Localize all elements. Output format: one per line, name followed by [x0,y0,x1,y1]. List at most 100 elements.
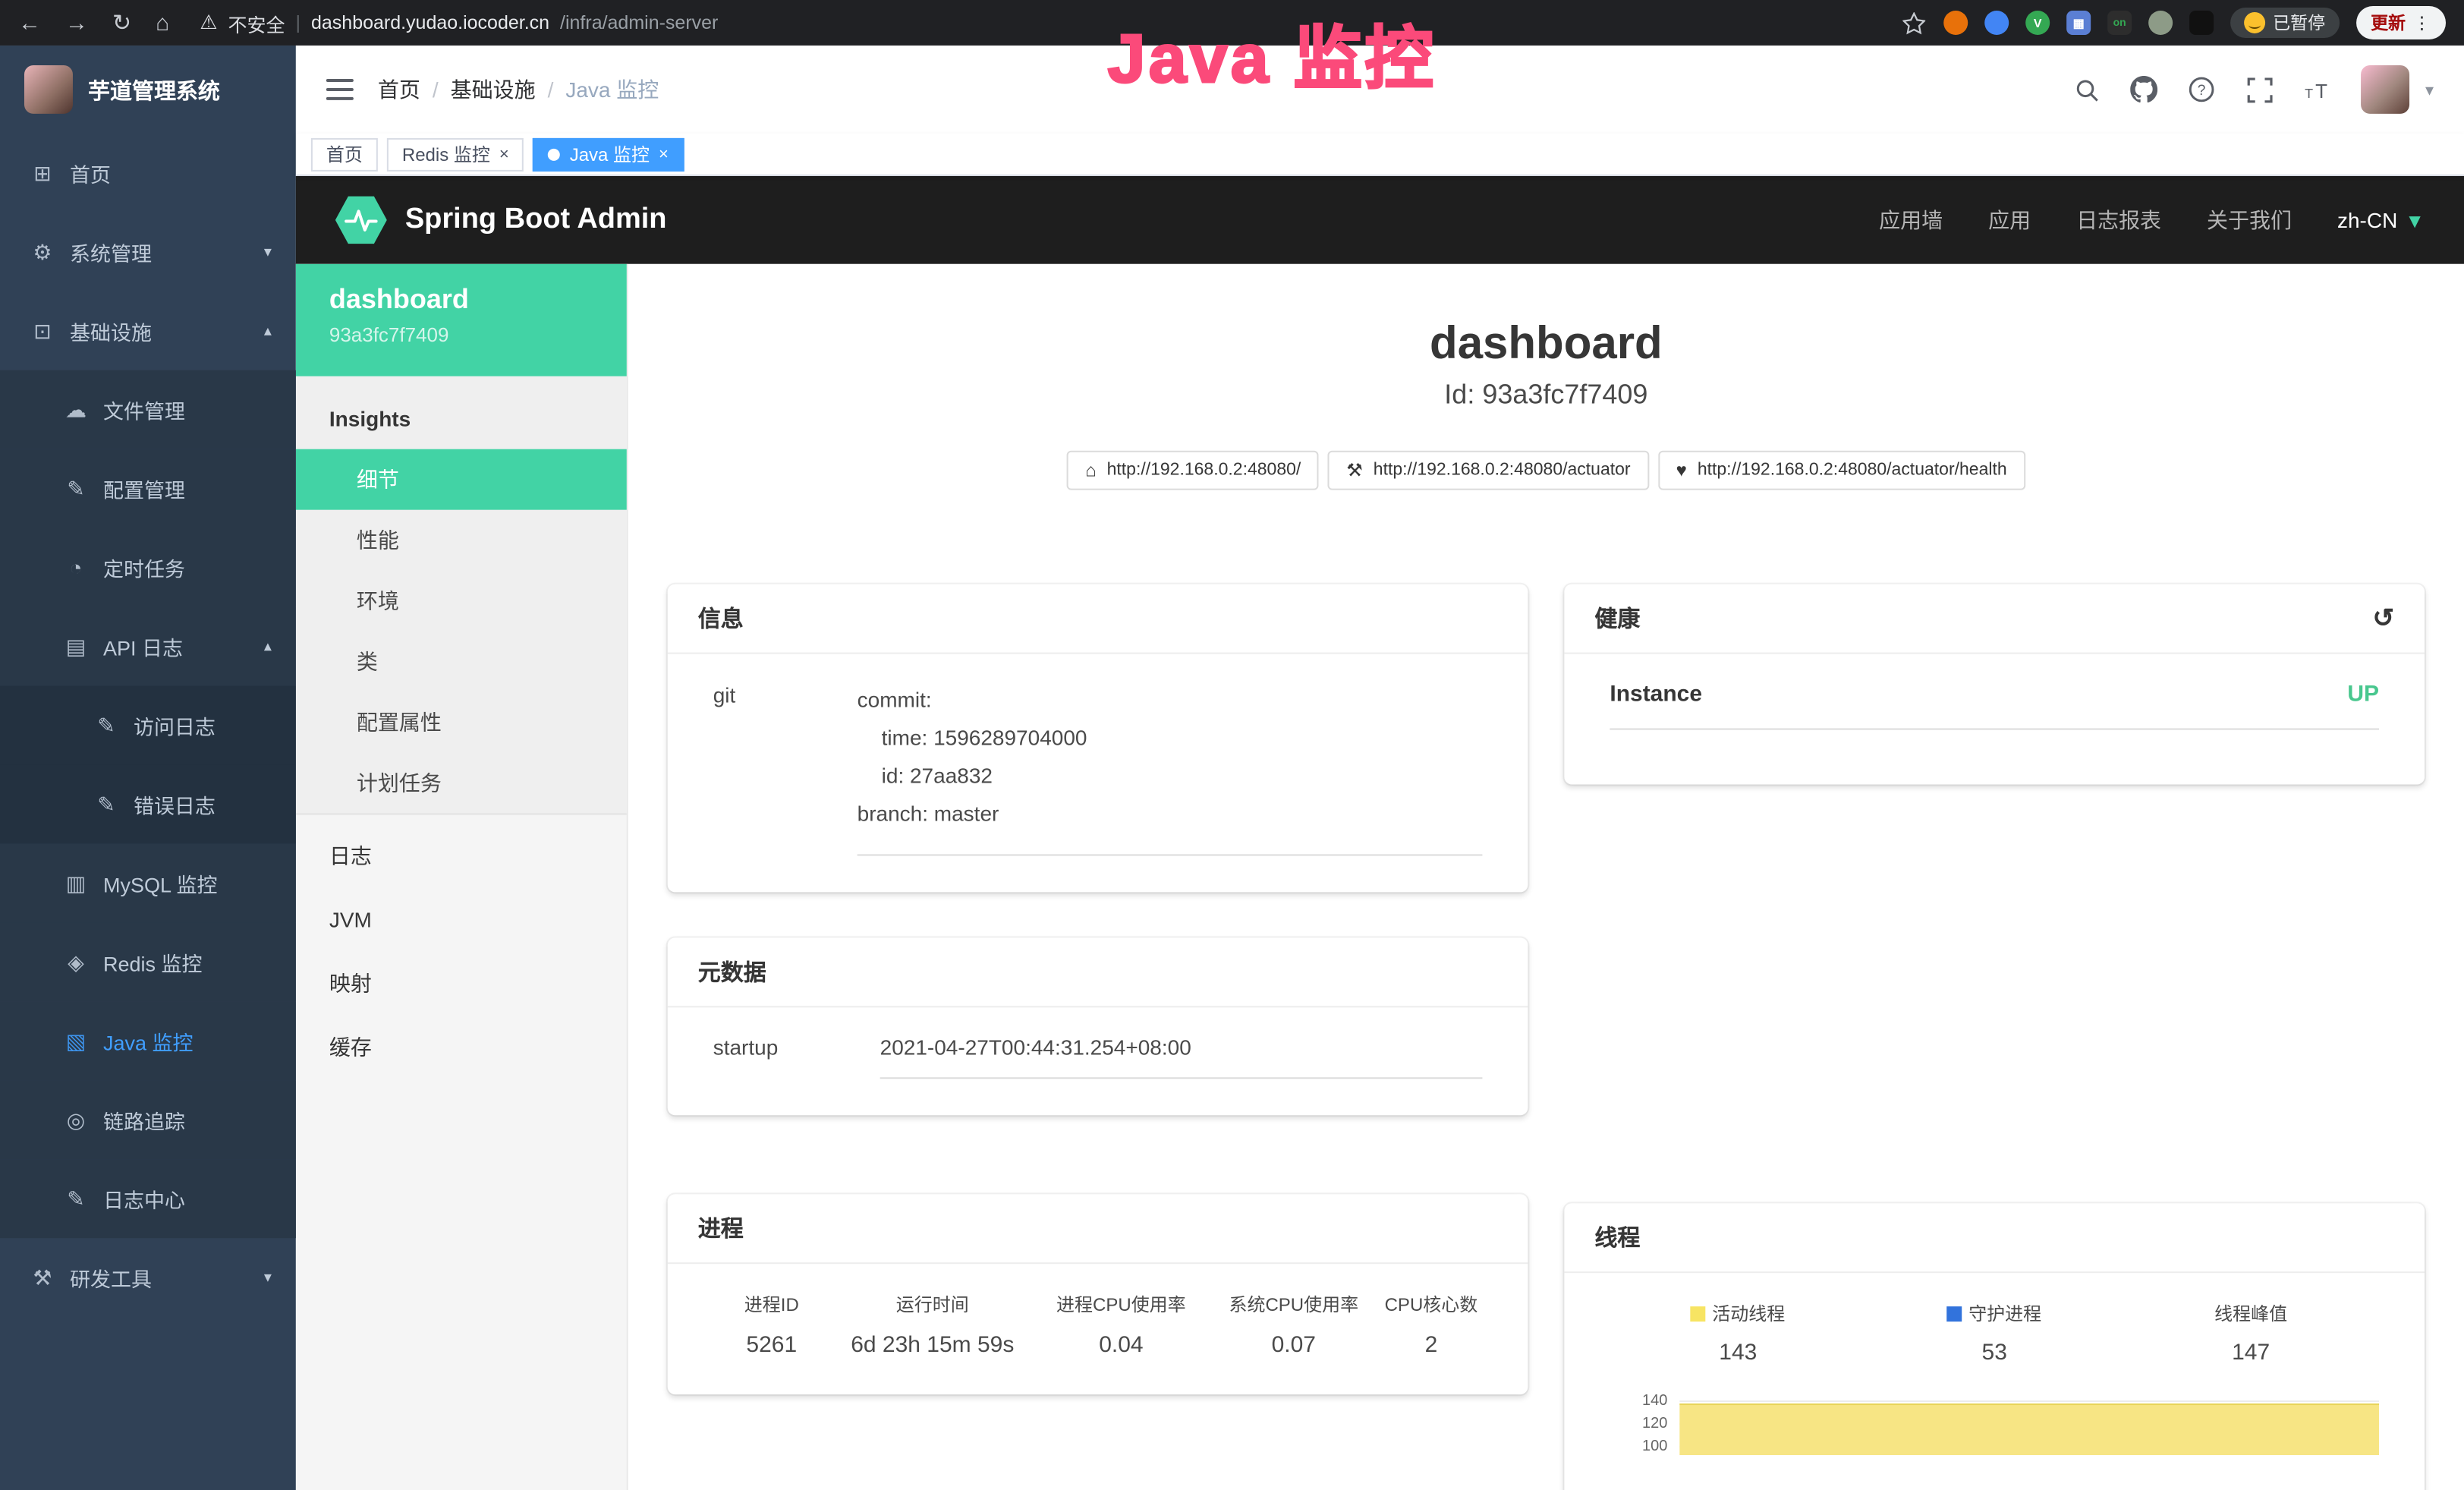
sba-item-metrics[interactable]: 性能 [296,510,627,571]
address-bar[interactable]: ⚠ 不安全 | dashboard.yudao.iocoder.cn/infra… [200,8,718,37]
sba-nav-wallboard[interactable]: 应用墙 [1879,205,1943,235]
process-value-cores: 2 [1380,1332,1482,1358]
sidebar-item-redis-monitor[interactable]: ◈ Redis 监控 [0,922,296,1001]
redis-icon: ◈ [64,949,88,975]
sidebar-item-file-management[interactable]: ☁ 文件管理 [0,370,296,449]
sba-item-classes[interactable]: 类 [296,632,627,692]
sba-brand[interactable]: Spring Boot Admin [405,203,667,237]
profile-paused-badge[interactable]: 已暂停 [2230,8,2339,38]
reload-icon[interactable]: ↻ [112,11,131,34]
github-icon[interactable] [2131,76,2158,103]
svg-text:?: ? [2198,83,2207,99]
browser-menu-icon[interactable]: ⋮ [2413,12,2431,33]
sba-instance-header[interactable]: dashboard 93a3fc7f7409 [296,264,627,376]
fullscreen-icon[interactable] [2246,76,2274,103]
sba-item-config-props[interactable]: 配置属性 [296,692,627,753]
sba-item-mappings[interactable]: 映射 [296,951,627,1015]
health-instance-label: Instance [1610,682,1702,707]
extension-icon-3[interactable]: V [2025,11,2050,35]
eye-icon: ◎ [64,1107,88,1132]
sba-item-logs[interactable]: 日志 [296,824,627,887]
sba-item-details[interactable]: 细节 [296,449,627,510]
app-logo-row[interactable]: 芋道管理系统 [0,46,296,134]
sba-nav-applications[interactable]: 应用 [1988,205,2031,235]
instance-links: ⌂ http://192.168.0.2:48080/ ⚒ http://192… [668,451,2425,490]
bookmark-star-icon[interactable] [1899,9,1927,36]
sba-item-environment[interactable]: 环境 [296,571,627,632]
threads-area-series [1679,1403,2379,1455]
process-value-uptime: 6d 23h 15m 59s [830,1332,1035,1358]
sba-item-jvm[interactable]: JVM [296,887,627,951]
user-avatar[interactable] [2362,65,2410,114]
legend-peak-threads-value: 147 [2123,1340,2379,1366]
close-icon[interactable]: × [659,145,669,163]
instance-subtitle: Id: 93a3fc7f7409 [668,380,2425,411]
sidebar-item-scheduled-jobs[interactable]: ◔ 定时任务 [0,528,296,607]
sba-top-items: 日志 JVM 映射 缓存 [296,814,627,1079]
annotation-java-monitor: Java 监控 [1108,3,1437,102]
search-icon[interactable] [2073,76,2101,103]
sidebar-item-system-management[interactable]: ⚙ 系统管理 ▾ [0,213,296,291]
sba-nav-about[interactable]: 关于我们 [2207,205,2292,235]
update-button[interactable]: 更新 ⋮ [2355,6,2446,39]
help-icon[interactable]: ? [2189,76,2216,103]
sidebar-item-mysql-monitor[interactable]: ▥ MySQL 监控 [0,843,296,922]
home-icon[interactable]: ⌂ [156,11,169,34]
threads-chart: 140 120 100 [1610,1390,2379,1490]
log-icon: ▤ [64,634,88,660]
tab-home[interactable]: 首页 [311,137,378,171]
breadcrumb-infrastructure[interactable]: 基础设施 [451,74,536,105]
sidebar-item-java-monitor[interactable]: ▧ Java 监控 [0,1001,296,1080]
java-monitor-icon: ▧ [64,1028,88,1054]
sidebar-item-log-center[interactable]: ✎ 日志中心 [0,1159,296,1238]
health-status-badge: UP [2347,682,2379,707]
sidebar-item-tracing[interactable]: ◎ 链路追踪 [0,1080,296,1159]
sba-language-select[interactable]: zh-CN ▼ [2337,208,2425,232]
sidebar-item-infrastructure[interactable]: ⊡ 基础设施 ▴ [0,291,296,370]
instance-url-link[interactable]: ⌂ http://192.168.0.2:48080/ [1067,451,1319,490]
actuator-url-link[interactable]: ⚒ http://192.168.0.2:48080/actuator [1328,451,1648,490]
svg-text:T: T [2305,85,2314,100]
sba-item-caches[interactable]: 缓存 [296,1015,627,1079]
extension-icon-4[interactable]: ▦ [2066,11,2091,35]
legend-daemon-threads: 守护进程 [1947,1300,2041,1326]
caret-down-icon[interactable]: ▾ [2425,80,2434,99]
tag-view-bar: 首页 Redis 监控 × Java 监控 × [296,134,2464,176]
process-card: 进程 进程ID 5261 运行时间 [668,1194,1528,1394]
document-icon: ✎ [94,791,118,817]
extension-icon-2[interactable] [1984,11,2009,35]
app-window: 芋道管理系统 ⊞ 首页 ⚙ 系统管理 ▾ ⊡ 基础设施 ▴ ☁ [0,46,2464,1490]
breadcrumb-home[interactable]: 首页 [378,74,420,105]
sidebar-item-config-management[interactable]: ✎ 配置管理 [0,449,296,528]
forward-icon[interactable]: → [65,11,88,34]
extension-icon-1[interactable] [1943,11,1968,35]
back-icon[interactable]: ← [18,11,41,34]
tab-java-monitor[interactable]: Java 监控 × [533,137,684,171]
sba-item-scheduled-tasks[interactable]: 计划任务 [296,753,627,814]
app-logo [24,65,73,114]
mysql-icon: ▥ [64,870,88,896]
process-card-title: 进程 [698,1212,744,1244]
health-url-link[interactable]: ♥ http://192.168.0.2:48080/actuator/heal… [1658,451,2025,490]
extension-icon-6[interactable] [2148,11,2173,35]
sidebar-item-error-logs[interactable]: ✎ 错误日志 [0,764,296,843]
history-icon[interactable]: ↺ [2373,603,2394,634]
extension-icon-7[interactable] [2189,11,2214,35]
process-value-pid: 5261 [713,1332,830,1358]
threads-chart-plot [1679,1390,2379,1490]
sidebar-item-dev-tools[interactable]: ⚒ 研发工具 ▾ [0,1238,296,1317]
sba-nav-journal[interactable]: 日志报表 [2076,205,2161,235]
sidebar-item-access-logs[interactable]: ✎ 访问日志 [0,686,296,765]
chevron-up-icon: ▴ [264,323,272,339]
document-icon: ✎ [64,1186,88,1211]
sidebar-item-api-logs[interactable]: ▤ API 日志 ▴ [0,607,296,686]
timer-icon: ◔ [64,556,88,580]
sidebar-toggle-icon[interactable] [326,79,354,100]
font-size-icon[interactable]: TT [2304,76,2331,103]
close-icon[interactable]: × [499,145,509,163]
svg-text:T: T [2316,79,2328,102]
extension-icon-5[interactable]: on [2107,11,2132,35]
metadata-key: startup [713,1035,880,1079]
tab-redis-monitor[interactable]: Redis 监控 × [387,137,524,171]
sidebar-item-home[interactable]: ⊞ 首页 [0,134,296,213]
